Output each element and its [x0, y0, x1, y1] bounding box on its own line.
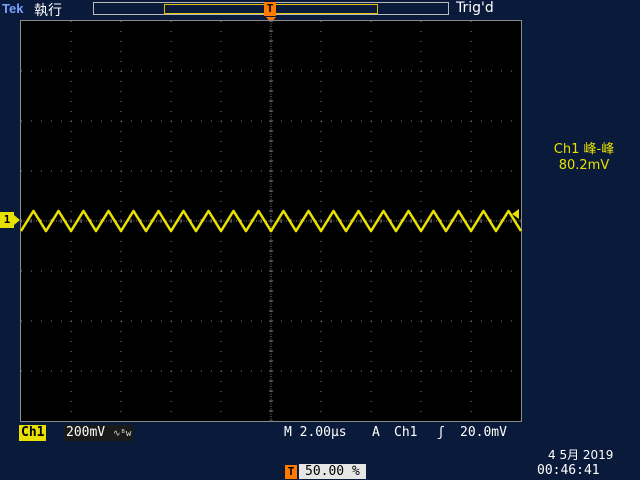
measurement-label: Ch1 峰-峰	[553, 142, 615, 157]
rising-edge-icon: ʃ	[437, 425, 445, 440]
bandwidth-limit-icon: ∿ᴮw	[112, 429, 132, 439]
brand-logo: Tek	[2, 1, 24, 16]
top-status-bar: Tek 執行 T Trig'd	[0, 0, 640, 20]
trigger-position-readout[interactable]: T 50.00 %	[285, 461, 366, 479]
trigger-source[interactable]: Ch1	[394, 425, 417, 441]
trigger-label: A	[372, 425, 380, 440]
ch1-label[interactable]: Ch1	[19, 425, 47, 441]
measurement-panel: Ch1 峰-峰 80.2mV	[532, 142, 636, 174]
timebase[interactable]: M 2.00µs	[284, 425, 347, 441]
trigger-level[interactable]: 20.0mV	[460, 425, 507, 441]
measurement-value: 80.2mV	[558, 158, 610, 173]
trigger-position-value: 50.00 %	[299, 464, 366, 479]
run-state: 執行	[34, 3, 62, 19]
trigger-position-icon: T	[285, 464, 297, 479]
trigger-state: Trig'd	[456, 0, 494, 16]
ch1-scale[interactable]: 200mV ∿ᴮw	[64, 425, 134, 441]
graticule-svg	[20, 20, 522, 422]
channel-1-marker[interactable]: 1	[0, 212, 20, 228]
trigger-level-icon[interactable]	[512, 209, 519, 219]
trigger-position-marker-top: T	[264, 2, 276, 16]
time: 00:46:41	[537, 463, 600, 478]
date: 4 5月 2019	[548, 448, 614, 462]
ch1-scale-value: 200mV	[66, 425, 106, 440]
graticule	[20, 20, 522, 422]
